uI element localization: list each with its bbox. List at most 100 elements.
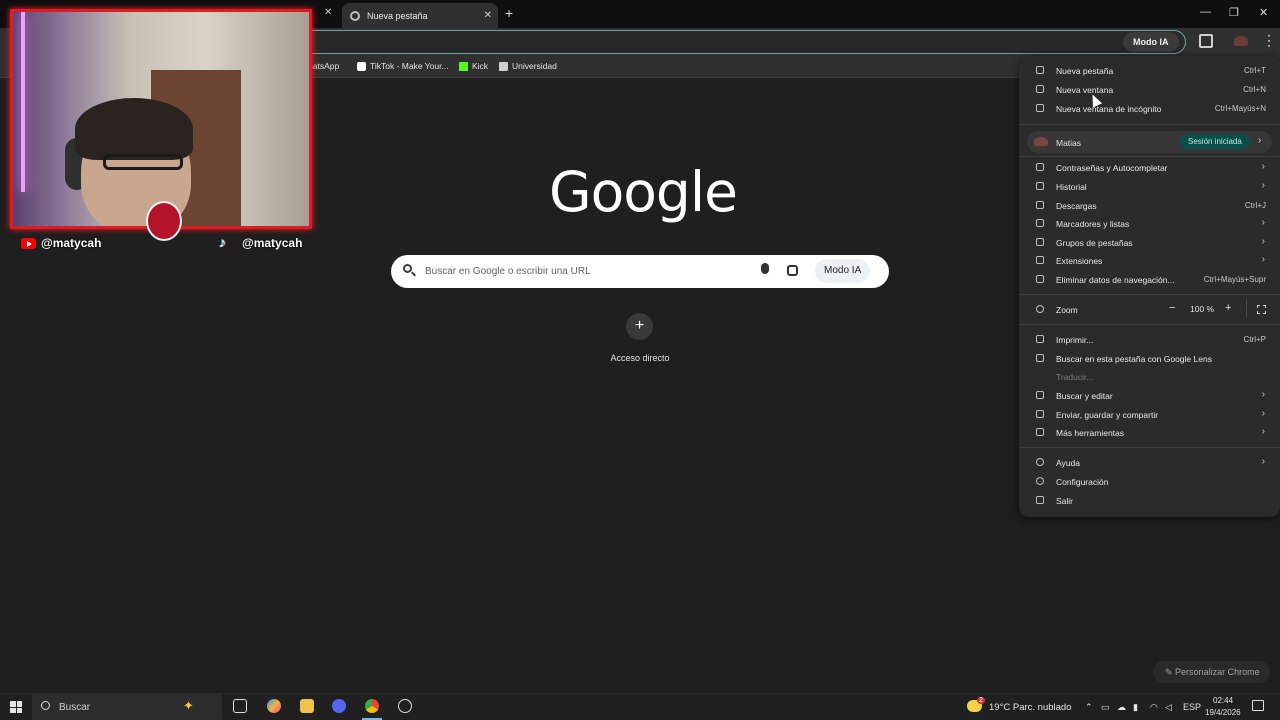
chrome-icon[interactable]	[365, 699, 379, 713]
menu-item-downloads[interactable]: Descargas Ctrl+J	[1019, 196, 1280, 215]
menu-label: Enviar, guardar y compartir	[1056, 410, 1159, 420]
menu-divider	[1019, 447, 1280, 448]
copilot-icon[interactable]	[267, 699, 281, 713]
new-tab-button[interactable]: +	[505, 5, 513, 21]
menu-shortcut: Ctrl+J	[1244, 201, 1266, 210]
notification-icon[interactable]	[1252, 700, 1264, 711]
fullscreen-icon[interactable]	[1257, 305, 1266, 314]
minimize-button[interactable]: —	[1200, 6, 1211, 18]
close-window-button[interactable]: ✕	[1259, 6, 1268, 19]
menu-label: Descargas	[1056, 201, 1097, 211]
modo-ia-button[interactable]: Modo IA	[1123, 32, 1179, 52]
find-icon	[1036, 391, 1044, 399]
menu-item-tab-groups[interactable]: Grupos de pestañas ›	[1019, 233, 1280, 252]
microphone-icon[interactable]	[761, 263, 769, 274]
search-modo-ia-button[interactable]: Modo IA	[815, 259, 871, 283]
zoom-out-button[interactable]: −	[1169, 302, 1175, 314]
menu-label: Nueva ventana de incógnito	[1056, 104, 1162, 114]
history-icon	[1036, 182, 1044, 190]
microphone-icon[interactable]: ▮	[1133, 702, 1138, 713]
menu-label: Traducir...	[1056, 372, 1094, 382]
menu-divider	[1019, 156, 1280, 157]
bookmark-kick[interactable]: Kick	[459, 61, 488, 71]
menu-item-more-tools[interactable]: Más herramientas ›	[1019, 423, 1280, 442]
weather-text[interactable]: 19°C Parc. nublado	[989, 702, 1072, 713]
tab-close-icon[interactable]: ✕	[324, 7, 332, 18]
chrome-favicon-icon	[350, 10, 360, 21]
youtube-handle: @matycah	[41, 236, 102, 250]
menu-label: Buscar y editar	[1056, 391, 1113, 401]
bookmark-tiktok[interactable]: TikTok - Make Your...	[357, 61, 449, 71]
menu-item-translate: Traducir...	[1019, 367, 1280, 386]
menu-item-help[interactable]: Ayuda ›	[1019, 453, 1280, 472]
menu-item-zoom: Zoom	[1019, 300, 1280, 319]
menu-item-incognito[interactable]: Nueva ventana de incógnito Ctrl+Mayús+N	[1019, 99, 1280, 118]
shortcut-label: Acceso directo	[610, 353, 670, 363]
address-bar[interactable]	[300, 30, 1186, 54]
taskbar-search-label: Buscar	[59, 702, 91, 713]
menu-item-bookmarks[interactable]: Marcadores y listas ›	[1019, 214, 1280, 233]
tiktok-icon: ♪	[219, 234, 226, 250]
bookmark-label: TikTok - Make Your...	[370, 61, 449, 71]
zoom-level: 100 %	[1190, 304, 1215, 314]
menu-label: Historial	[1056, 182, 1087, 192]
file-explorer-icon[interactable]	[300, 699, 314, 713]
cloud-icon[interactable]: ☁	[1117, 702, 1126, 713]
windows-start-icon[interactable]	[10, 701, 22, 713]
menu-item-new-window[interactable]: Nueva ventana Ctrl+N	[1019, 80, 1280, 99]
add-shortcut-button[interactable]: +	[626, 313, 653, 340]
tab-close-icon[interactable]: ✕	[484, 10, 492, 21]
menu-item-passwords[interactable]: Contraseñas y Autocompletar ›	[1019, 158, 1280, 177]
menu-label: Marcadores y listas	[1056, 219, 1130, 229]
chevron-up-icon[interactable]: ⌃	[1085, 702, 1093, 713]
menu-item-extensions[interactable]: Extensiones ›	[1019, 251, 1280, 270]
menu-label: Contraseñas y Autocompletar	[1056, 163, 1168, 173]
menu-label: Imprimir...	[1056, 335, 1094, 345]
menu-item-exit[interactable]: Salir	[1019, 491, 1280, 510]
share-icon	[1036, 410, 1044, 418]
star-icon	[1036, 219, 1044, 227]
clock-time[interactable]: 02:44	[1213, 696, 1233, 705]
menu-item-new-tab[interactable]: Nueva pestaña Ctrl+T	[1019, 61, 1280, 80]
menu-item-settings[interactable]: Configuración	[1019, 472, 1280, 491]
help-icon	[1036, 458, 1044, 466]
tab-nueva-pestana[interactable]: Nueva pestaña ✕	[342, 3, 498, 28]
menu-item-history[interactable]: Historial ›	[1019, 177, 1280, 196]
menu-item-google-lens[interactable]: Buscar en esta pestaña con Google Lens	[1019, 349, 1280, 368]
obs-icon[interactable]	[398, 699, 412, 713]
chrome-menu-button[interactable]: ⋮	[1262, 33, 1276, 47]
search-icon	[403, 264, 412, 273]
print-icon	[1036, 335, 1044, 343]
profile-avatar-icon[interactable]	[1234, 36, 1248, 46]
folder-icon	[499, 61, 508, 71]
extensions-icon[interactable]	[1199, 34, 1213, 48]
search-input[interactable]: Buscar en Google o escribir una URL	[425, 266, 591, 277]
clock-date[interactable]: 19/4/2026	[1205, 708, 1241, 717]
customize-chrome-button[interactable]: ✎ Personalizar Chrome	[1153, 661, 1270, 683]
webcam-person-hair	[75, 98, 193, 160]
volume-icon[interactable]: ◁	[1165, 702, 1172, 713]
menu-shortcut: Ctrl+Mayús+N	[1214, 104, 1266, 113]
modo-ia-label: Modo IA	[1133, 37, 1169, 47]
menu-item-share[interactable]: Enviar, guardar y compartir ›	[1019, 405, 1280, 424]
discord-icon[interactable]	[332, 699, 346, 713]
menu-divider	[1019, 124, 1280, 125]
kick-icon	[459, 61, 468, 71]
google-lens-icon[interactable]	[787, 265, 798, 276]
menu-item-find-edit[interactable]: Buscar y editar ›	[1019, 386, 1280, 405]
modo-ia-label: Modo IA	[824, 265, 862, 276]
language-indicator[interactable]: ESP	[1183, 702, 1201, 712]
toolbox-icon	[1036, 428, 1044, 436]
chevron-right-icon: ›	[1261, 456, 1265, 467]
network-tray-icon[interactable]: ▭	[1101, 702, 1110, 713]
menu-item-print[interactable]: Imprimir... Ctrl+P	[1019, 330, 1280, 349]
bookmark-universidad[interactable]: Universidad	[499, 61, 557, 71]
task-view-icon[interactable]	[233, 699, 247, 713]
menu-item-clear-data[interactable]: Eliminar datos de navegación... Ctrl+May…	[1019, 270, 1280, 289]
search-icon	[41, 701, 50, 710]
zoom-in-button[interactable]: +	[1225, 302, 1231, 314]
chevron-right-icon: ›	[1261, 180, 1265, 191]
wifi-icon[interactable]: ◠	[1150, 702, 1158, 713]
restore-button[interactable]: ❐	[1229, 6, 1239, 19]
menu-label: Salir	[1056, 496, 1074, 506]
